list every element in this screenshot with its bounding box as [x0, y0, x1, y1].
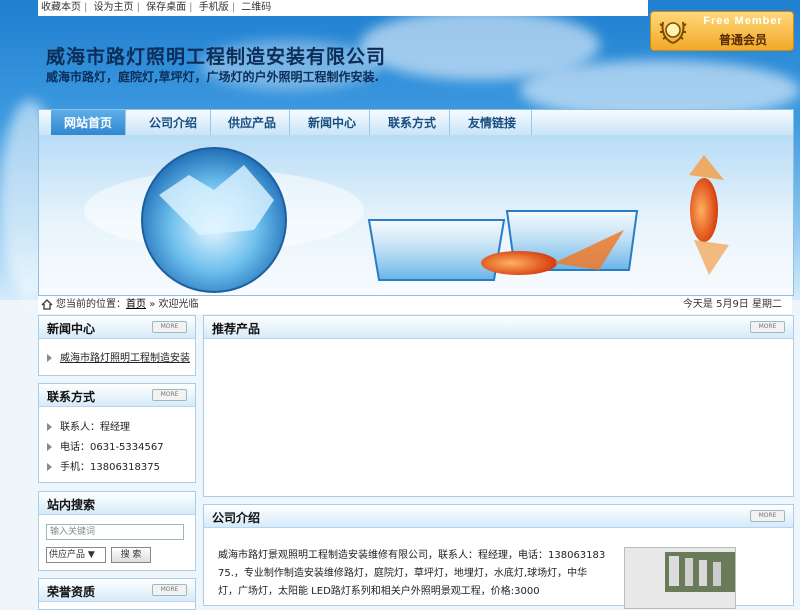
save-desktop-link[interactable]: 保存桌面	[143, 2, 189, 13]
honor-more-button[interactable]: MORE	[152, 584, 187, 596]
about-panel-title: 公司介绍	[212, 511, 261, 525]
nav-news[interactable]: 新闻中心	[295, 110, 370, 136]
breadcrumb-separator: »	[149, 299, 156, 310]
about-panel: 公司介绍 MORE 威海市路灯景观照明工程制造安装维修有限公司，联系人：程经理，…	[203, 504, 794, 609]
about-text: 威海市路灯景观照明工程制造安装维修有限公司，联系人：程经理，电话：1380631…	[218, 550, 606, 597]
contact-person: 联系人：程经理	[47, 418, 130, 433]
nav-products[interactable]: 供应产品	[215, 110, 290, 136]
recommend-more-button[interactable]: MORE	[750, 321, 785, 333]
nav-contact[interactable]: 联系方式	[375, 110, 450, 136]
contact-phone: 电话：0631-5334567	[47, 438, 164, 453]
main-nav: 网站首页 公司介绍 供应产品 新闻中心 联系方式 友情链接	[38, 109, 794, 137]
current-date: 今天是 5月9日 星期二	[682, 299, 782, 310]
search-panel-title: 站内搜索	[47, 498, 96, 512]
dropdown-arrow-icon: ▼	[87, 550, 95, 560]
contact-panel-title: 联系方式	[47, 390, 96, 404]
contact-mobile: 手机：13806318375	[47, 458, 160, 473]
set-homepage-link[interactable]: 设为主页	[91, 2, 137, 13]
search-panel: 站内搜索 输入关键词 供应产品 ▼ 搜 索	[38, 491, 196, 571]
member-badge: Free Member 普通会员	[650, 11, 794, 51]
recommend-panel: 推荐产品 MORE	[203, 315, 794, 497]
laurel-medal-icon	[659, 21, 687, 44]
search-button[interactable]: 搜 索	[111, 547, 151, 563]
top-links-bar: 收藏本页 | 设为主页 | 保存桌面 | 手机版 | 二维码	[38, 0, 648, 16]
news-more-button[interactable]: MORE	[152, 321, 187, 333]
member-level: 普通会员	[718, 33, 767, 47]
bullet-arrow-icon	[47, 354, 52, 362]
recommend-panel-title: 推荐产品	[212, 322, 261, 336]
nav-links[interactable]: 友情链接	[453, 110, 532, 136]
qrcode-link[interactable]: 二维码	[238, 2, 274, 13]
banner-image	[38, 135, 794, 296]
company-photo[interactable]	[624, 547, 736, 609]
bullet-arrow-icon	[47, 463, 52, 471]
nav-about[interactable]: 公司介绍	[136, 110, 211, 136]
search-category-select[interactable]: 供应产品 ▼	[46, 547, 106, 563]
news-panel-title: 新闻中心	[47, 322, 96, 336]
news-panel: 新闻中心 MORE 威海市路灯照明工程制造安装	[38, 315, 196, 376]
breadcrumb-home-link[interactable]: 首页	[126, 299, 146, 310]
bullet-arrow-icon	[47, 423, 52, 431]
photo-thumbnail	[625, 548, 735, 608]
honor-panel: 荣誉资质 MORE	[38, 578, 196, 610]
company-slogan: 威海市路灯，庭院灯,草坪灯，广场灯的户外照明工程制作安装.	[46, 70, 380, 84]
fishbowl-illustration	[84, 147, 729, 293]
breadcrumb-current: 欢迎光临	[158, 299, 199, 310]
home-icon	[41, 299, 53, 310]
breadcrumb: 您当前的位置：首页 » 欢迎光临 今天是 5月9日 星期二	[38, 296, 792, 314]
bullet-arrow-icon	[47, 443, 52, 451]
company-name: 威海市路灯照明工程制造安装有限公司	[46, 46, 387, 68]
about-more-button[interactable]: MORE	[750, 510, 785, 522]
breadcrumb-prefix: 您当前的位置：	[56, 299, 126, 310]
news-item[interactable]: 威海市路灯照明工程制造安装	[47, 349, 190, 364]
contact-more-button[interactable]: MORE	[152, 389, 187, 401]
nav-home[interactable]: 网站首页	[51, 110, 126, 136]
member-title: Free Member	[703, 15, 783, 27]
bookmark-link[interactable]: 收藏本页	[38, 2, 84, 13]
honor-panel-title: 荣誉资质	[47, 585, 96, 599]
contact-panel: 联系方式 MORE 联系人：程经理 电话：0631-5334567 手机：138…	[38, 383, 196, 483]
mobile-version-link[interactable]: 手机版	[196, 2, 232, 13]
search-input[interactable]: 输入关键词	[46, 524, 184, 540]
